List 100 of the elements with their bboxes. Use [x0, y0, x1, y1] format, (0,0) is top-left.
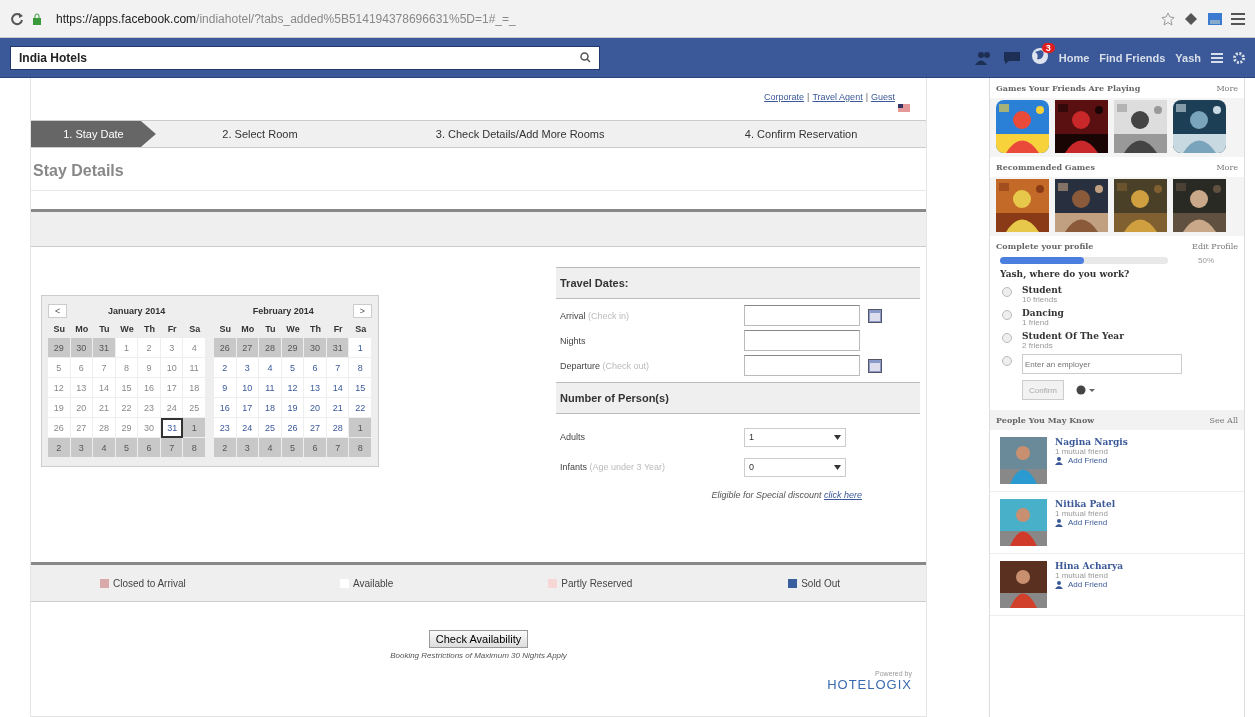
next-month-button[interactable]: >: [352, 304, 372, 318]
day-cell: 1: [349, 418, 372, 438]
date-input[interactable]: [744, 305, 860, 326]
day-cell[interactable]: 15: [349, 378, 372, 398]
day-cell[interactable]: 25: [259, 418, 282, 438]
day-cell[interactable]: 19: [281, 398, 305, 418]
weekday-label: Fr: [332, 323, 344, 336]
day-cell[interactable]: 28: [326, 418, 350, 438]
radio-button[interactable]: [1002, 287, 1012, 297]
add-friend-link[interactable]: Add Friend: [1055, 580, 1124, 589]
settings-icon[interactable]: [1233, 51, 1245, 64]
radio-button[interactable]: [1002, 333, 1012, 343]
day-cell[interactable]: 23: [214, 418, 237, 438]
radio-button[interactable]: [1002, 310, 1012, 320]
day-cell[interactable]: 12: [281, 378, 305, 398]
more-link[interactable]: More: [1216, 162, 1238, 172]
date-input[interactable]: [744, 355, 860, 376]
globe-icon[interactable]: [1030, 46, 1049, 65]
day-cell[interactable]: 24: [236, 418, 260, 438]
globe-icon[interactable]: [1076, 385, 1096, 395]
section-title: People You May Know: [996, 415, 1095, 425]
day-cell: 18: [183, 378, 206, 398]
step-tab[interactable]: 3. Check Details/Add More Rooms: [364, 121, 677, 147]
add-friend-link[interactable]: Add Friend: [1055, 518, 1116, 527]
flag-icon[interactable]: [898, 104, 910, 112]
day-cell[interactable]: 10: [236, 378, 260, 398]
day-cell[interactable]: 5: [281, 358, 305, 378]
day-cell[interactable]: 16: [214, 398, 237, 418]
day-cell[interactable]: 20: [304, 398, 327, 418]
day-cell: 7: [160, 438, 184, 458]
day-cell[interactable]: 13: [304, 378, 327, 398]
day-cell: 13: [70, 378, 94, 398]
step-tab[interactable]: 4. Confirm Reservation: [676, 121, 926, 147]
separator: |: [807, 92, 810, 102]
day-cell[interactable]: 6: [304, 358, 327, 378]
calendar-icon[interactable]: [868, 308, 882, 323]
search-icon[interactable]: [580, 52, 591, 63]
day-cell[interactable]: 11: [259, 378, 282, 398]
top-link[interactable]: Guest: [871, 92, 895, 102]
day-cell: 29: [281, 338, 305, 358]
day-cell: 31: [93, 338, 116, 358]
day-cell[interactable]: 8: [349, 358, 372, 378]
day-cell[interactable]: 3: [236, 358, 260, 378]
day-cell: 1: [183, 418, 206, 438]
day-cell: 4: [183, 338, 206, 358]
person-name[interactable]: Nitika Patel: [1055, 499, 1116, 509]
nav-link[interactable]: Find Friends: [1099, 51, 1166, 64]
day-cell: 7: [326, 438, 350, 458]
field-label: Infants (Age under 3 Year): [560, 462, 667, 472]
step-tab[interactable]: 1. Stay Date: [31, 121, 156, 147]
radio-button[interactable]: [1002, 356, 1012, 366]
weekday-label: Sa: [188, 323, 202, 336]
star-icon[interactable]: [1161, 11, 1175, 26]
day-cell[interactable]: 4: [259, 358, 282, 378]
count-select[interactable]: 0: [744, 457, 846, 477]
day-cell[interactable]: 17: [236, 398, 260, 418]
top-link[interactable]: Corporate: [764, 92, 805, 102]
day-cell[interactable]: 26: [281, 418, 305, 438]
day-cell[interactable]: 21: [326, 398, 350, 418]
field-label: Adults: [560, 432, 586, 442]
person-name[interactable]: Hina Acharya: [1055, 561, 1124, 571]
more-link[interactable]: More: [1216, 83, 1238, 93]
day-cell[interactable]: 9: [214, 378, 237, 398]
day-cell[interactable]: 22: [349, 398, 372, 418]
add-friend-icon: [1055, 456, 1065, 465]
day-cell: 11: [183, 358, 206, 378]
edit-profile-link[interactable]: Edit Profile: [1192, 241, 1238, 251]
extension-icon[interactable]: [1207, 10, 1223, 27]
day-cell: 16: [138, 378, 161, 398]
add-friend-link[interactable]: Add Friend: [1055, 456, 1128, 465]
check-availability-button[interactable]: Check Availability: [428, 630, 529, 648]
see-all-link[interactable]: See All: [1209, 415, 1238, 425]
date-input[interactable]: [744, 330, 860, 351]
day-cell[interactable]: 14: [326, 378, 350, 398]
day-cell[interactable]: 1: [349, 338, 372, 358]
step-tab[interactable]: 2. Select Room: [155, 121, 365, 147]
discount-link[interactable]: click here: [824, 490, 862, 500]
weekday-label: Su: [218, 323, 233, 336]
search-field[interactable]: India Hotels: [10, 45, 600, 70]
day-cell[interactable]: 18: [259, 398, 282, 418]
count-select[interactable]: 1: [744, 427, 846, 447]
nav-link[interactable]: Yash: [1175, 51, 1201, 64]
day-cell[interactable]: 2: [214, 358, 237, 378]
menu-icon[interactable]: [1231, 12, 1245, 25]
person-name[interactable]: Nagina Nargis: [1055, 437, 1128, 447]
day-cell[interactable]: 27: [304, 418, 327, 438]
day-cell: 30: [304, 338, 327, 358]
month-title: January 2014: [108, 306, 166, 316]
reload-icon[interactable]: [10, 11, 24, 26]
extension-icon[interactable]: [1183, 10, 1199, 27]
day-cell: 29: [115, 418, 139, 438]
top-link[interactable]: Travel Agent: [812, 92, 863, 102]
day-cell[interactable]: 7: [326, 358, 350, 378]
employer-field[interactable]: Enter an employer: [1022, 354, 1182, 374]
prev-month-button[interactable]: <: [48, 304, 68, 318]
nav-link[interactable]: Home: [1058, 51, 1090, 64]
weekday-label: Fr: [166, 323, 178, 336]
day-cell: 9: [138, 358, 161, 378]
calendar-icon[interactable]: [868, 358, 882, 373]
day-cell: 7: [93, 358, 116, 378]
